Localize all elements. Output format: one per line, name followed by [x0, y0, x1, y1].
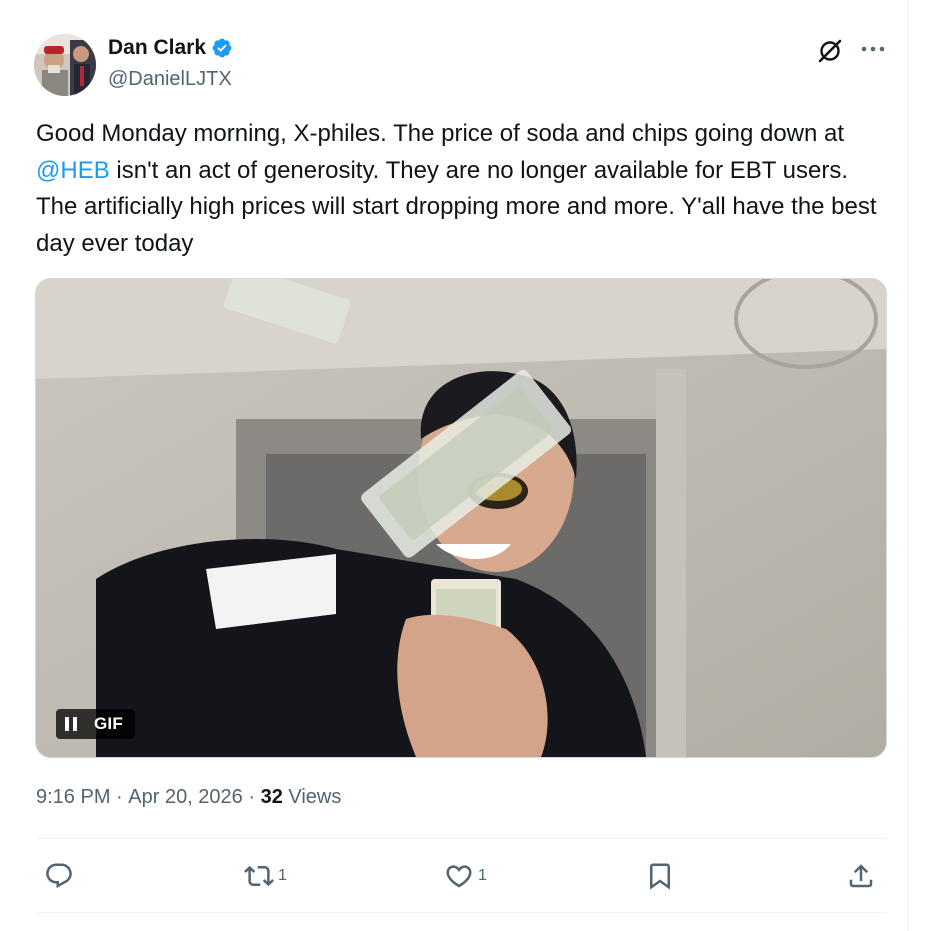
author-name-row[interactable]: Dan Clark	[108, 36, 233, 60]
mention-link-heb[interactable]: @HEB	[36, 157, 110, 184]
gif-media[interactable]: GIF	[35, 278, 887, 758]
retweet-count: 1	[278, 867, 287, 884]
like-button[interactable]: 1	[444, 858, 487, 894]
like-count: 1	[478, 867, 487, 884]
grok-icon	[818, 39, 842, 63]
avatar[interactable]	[34, 34, 96, 96]
divider	[36, 838, 886, 839]
avatar-photo	[34, 34, 96, 96]
tweet-meta: 9:16 PM · Apr 20, 2026 · 32 Views	[36, 786, 341, 809]
share-button[interactable]	[846, 858, 876, 894]
meta-separator: ·	[242, 786, 261, 808]
divider	[36, 912, 886, 913]
tweet-time[interactable]: 9:16 PM	[36, 786, 110, 809]
heart-icon	[446, 865, 472, 888]
meta-separator: ·	[110, 786, 129, 808]
more-options-button[interactable]	[858, 36, 888, 62]
author-handle[interactable]: @DanielLJTX	[108, 68, 232, 91]
tweet-text-part-1: Good Monday morning, X-philes. The price…	[36, 120, 845, 147]
views-count: 32	[260, 786, 283, 808]
views-label: Views	[282, 786, 342, 808]
gif-frame-image	[36, 279, 886, 757]
tweet-text: Good Monday morning, X-philes. The price…	[36, 116, 886, 262]
more-dots-icon	[861, 46, 885, 52]
author-display-name[interactable]: Dan Clark	[108, 36, 206, 60]
bookmark-icon	[650, 863, 670, 890]
tweet-text-part-2: isn't an act of generosity. They are no …	[36, 156, 877, 257]
bookmark-button[interactable]	[645, 858, 675, 894]
tweet-date[interactable]: Apr 20, 2026	[128, 786, 243, 809]
retweet-button[interactable]: 1	[244, 858, 287, 894]
verified-badge-icon[interactable]	[211, 37, 233, 59]
grok-button[interactable]	[815, 36, 845, 66]
pause-icon	[65, 717, 77, 731]
share-icon	[849, 864, 873, 888]
page-right-border	[908, 0, 909, 931]
pause-button[interactable]	[56, 709, 86, 739]
retweet-icon	[244, 865, 274, 887]
gif-controls: GIF	[56, 709, 135, 739]
reply-button[interactable]	[44, 858, 78, 894]
gif-badge: GIF	[94, 714, 123, 733]
reply-icon	[46, 863, 72, 889]
